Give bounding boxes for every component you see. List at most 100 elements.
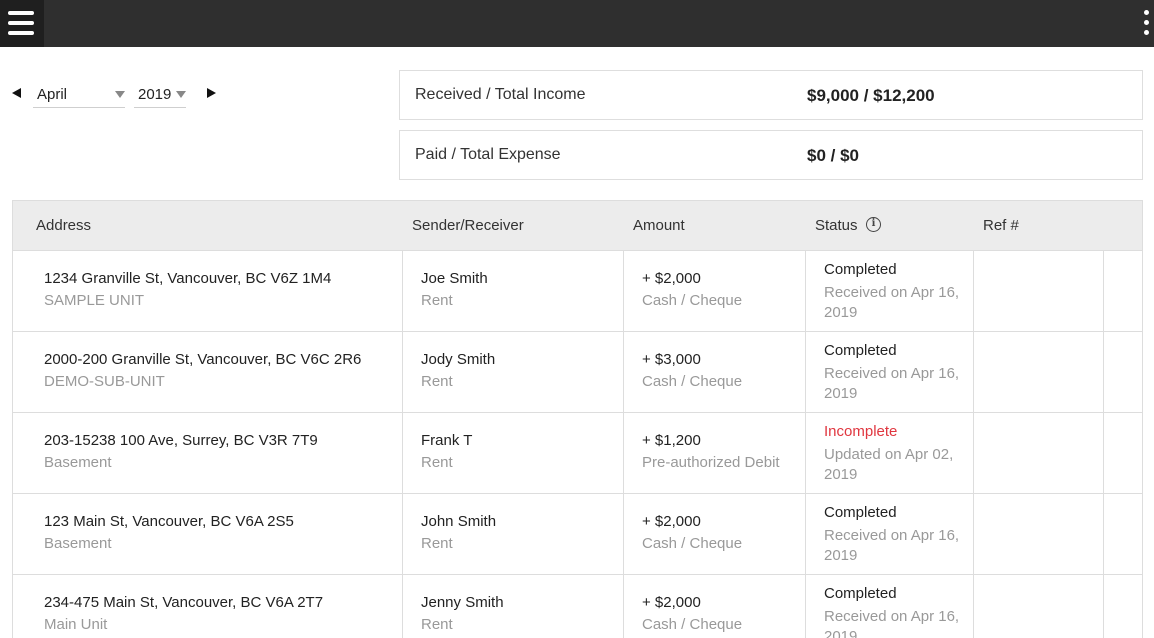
payment-method: Cash / Cheque <box>642 373 743 390</box>
amount-cell: + $1,200 Pre-authorized Debit <box>624 413 806 493</box>
actions-cell <box>1104 251 1142 331</box>
table-row[interactable]: 234-475 Main St, Vancouver, BC V6A 2T7 Ma… <box>12 575 1143 638</box>
status-cell: Incomplete Updated on Apr 02, 2019 <box>806 413 974 493</box>
transaction-type: Rent <box>421 535 453 552</box>
ref-cell <box>974 413 1104 493</box>
transaction-type: Rent <box>421 454 453 471</box>
sender-cell: John Smith Rent <box>403 494 624 574</box>
amount-value: + $1,200 <box>642 432 701 449</box>
status-badge: Completed <box>824 504 897 521</box>
status-detail: Received on Apr 16, 2019 <box>824 365 960 402</box>
payment-method: Pre-authorized Debit <box>642 454 780 471</box>
sender-name: Joe Smith <box>421 270 488 287</box>
address-text: 234-475 Main St, Vancouver, BC V6A 2T7 <box>44 594 324 611</box>
amount-cell: + $2,000 Cash / Cheque <box>624 575 806 638</box>
ref-cell <box>974 332 1104 412</box>
sender-cell: Jenny Smith Rent <box>403 575 624 638</box>
chevron-down-icon <box>176 91 186 98</box>
income-label: Received / Total Income <box>415 86 586 103</box>
actions-cell <box>1104 332 1142 412</box>
amount-cell: + $2,000 Cash / Cheque <box>624 251 806 331</box>
status-cell: Completed Received on Apr 16, 2019 <box>806 332 974 412</box>
year-select[interactable]: 2019 <box>134 82 186 108</box>
status-badge: Incomplete <box>824 423 898 440</box>
table-row[interactable]: 2000-200 Granville St, Vancouver, BC V6C… <box>12 332 1143 413</box>
table-header: Address Sender/Receiver Amount Status i … <box>12 200 1143 251</box>
income-summary-card: Received / Total Income $9,000 / $12,200 <box>399 70 1143 120</box>
amount-value: + $2,000 <box>642 594 701 611</box>
header-ref[interactable]: Ref # <box>983 217 1019 234</box>
status-badge: Completed <box>824 585 897 602</box>
unit-text: Basement <box>44 535 112 552</box>
actions-cell <box>1104 413 1142 493</box>
address-text: 203-15238 100 Ave, Surrey, BC V3R 7T9 <box>44 432 318 449</box>
status-detail: Updated on Apr 02, 2019 <box>824 446 954 483</box>
expense-value: $0 / $0 <box>807 146 859 165</box>
expense-label: Paid / Total Expense <box>415 146 561 163</box>
sender-cell: Frank T Rent <box>403 413 624 493</box>
transaction-type: Rent <box>421 373 453 390</box>
status-cell: Completed Received on Apr 16, 2019 <box>806 251 974 331</box>
table-body: 1234 Granville St, Vancouver, BC V6Z 1M4… <box>12 251 1143 638</box>
transactions-table: Address Sender/Receiver Amount Status i … <box>12 200 1143 638</box>
address-cell: 203-15238 100 Ave, Surrey, BC V3R 7T9 Bas… <box>13 413 403 493</box>
address-text: 2000-200 Granville St, Vancouver, BC V6C… <box>44 351 362 368</box>
next-month-icon[interactable] <box>207 88 216 98</box>
status-detail: Received on Apr 16, 2019 <box>824 284 960 321</box>
unit-text: Basement <box>44 454 112 471</box>
payment-method: Cash / Cheque <box>642 292 743 309</box>
more-options-icon[interactable] <box>1142 8 1150 38</box>
chevron-down-icon <box>115 91 125 98</box>
ref-cell <box>974 251 1104 331</box>
table-row[interactable]: 203-15238 100 Ave, Surrey, BC V3R 7T9 Bas… <box>12 413 1143 494</box>
sender-name: Jody Smith <box>421 351 496 368</box>
transaction-type: Rent <box>421 292 453 309</box>
top-bar <box>0 0 1154 47</box>
actions-cell <box>1104 575 1142 638</box>
unit-text: Main Unit <box>44 616 108 633</box>
sender-cell: Joe Smith Rent <box>403 251 624 331</box>
address-cell: 123 Main St, Vancouver, BC V6A 2S5 Baseme… <box>13 494 403 574</box>
header-status[interactable]: Status <box>815 217 858 234</box>
month-value: April <box>37 86 68 103</box>
header-amount[interactable]: Amount <box>633 217 685 234</box>
month-select[interactable]: April <box>33 82 125 108</box>
status-badge: Completed <box>824 342 897 359</box>
header-address[interactable]: Address <box>36 217 91 234</box>
amount-cell: + $2,000 Cash / Cheque <box>624 494 806 574</box>
table-row[interactable]: 123 Main St, Vancouver, BC V6A 2S5 Baseme… <box>12 494 1143 575</box>
ref-cell <box>974 575 1104 638</box>
amount-value: + $2,000 <box>642 270 701 287</box>
status-detail: Received on Apr 16, 2019 <box>824 608 960 638</box>
status-cell: Completed Received on Apr 16, 2019 <box>806 575 974 638</box>
status-badge: Completed <box>824 261 897 278</box>
sender-name: John Smith <box>421 513 497 530</box>
address-cell: 234-475 Main St, Vancouver, BC V6A 2T7 Ma… <box>13 575 403 638</box>
status-detail: Received on Apr 16, 2019 <box>824 527 960 564</box>
sender-name: Jenny Smith <box>421 594 504 611</box>
year-value: 2019 <box>138 86 172 103</box>
sender-cell: Jody Smith Rent <box>403 332 624 412</box>
transaction-type: Rent <box>421 616 453 633</box>
amount-cell: + $3,000 Cash / Cheque <box>624 332 806 412</box>
address-cell: 2000-200 Granville St, Vancouver, BC V6C… <box>13 332 403 412</box>
status-cell: Completed Received on Apr 16, 2019 <box>806 494 974 574</box>
hamburger-menu-icon[interactable] <box>0 0 44 47</box>
address-text: 123 Main St, Vancouver, BC V6A 2S5 <box>44 513 294 530</box>
address-text: 1234 Granville St, Vancouver, BC V6Z 1M4 <box>44 270 332 287</box>
ref-cell <box>974 494 1104 574</box>
actions-cell <box>1104 494 1142 574</box>
previous-month-icon[interactable] <box>12 88 21 98</box>
expense-summary-card: Paid / Total Expense $0 / $0 <box>399 130 1143 180</box>
amount-value: + $2,000 <box>642 513 701 530</box>
table-row[interactable]: 1234 Granville St, Vancouver, BC V6Z 1M4… <box>12 251 1143 332</box>
unit-text: DEMO-SUB-UNIT <box>44 373 165 390</box>
address-cell: 1234 Granville St, Vancouver, BC V6Z 1M4… <box>13 251 403 331</box>
header-sender-receiver[interactable]: Sender/Receiver <box>412 217 524 234</box>
unit-text: SAMPLE UNIT <box>44 292 145 309</box>
income-value: $9,000 / $12,200 <box>807 86 935 105</box>
payment-method: Cash / Cheque <box>642 535 743 552</box>
payment-method: Cash / Cheque <box>642 616 743 633</box>
info-icon[interactable]: i <box>866 217 881 232</box>
amount-value: + $3,000 <box>642 351 701 368</box>
